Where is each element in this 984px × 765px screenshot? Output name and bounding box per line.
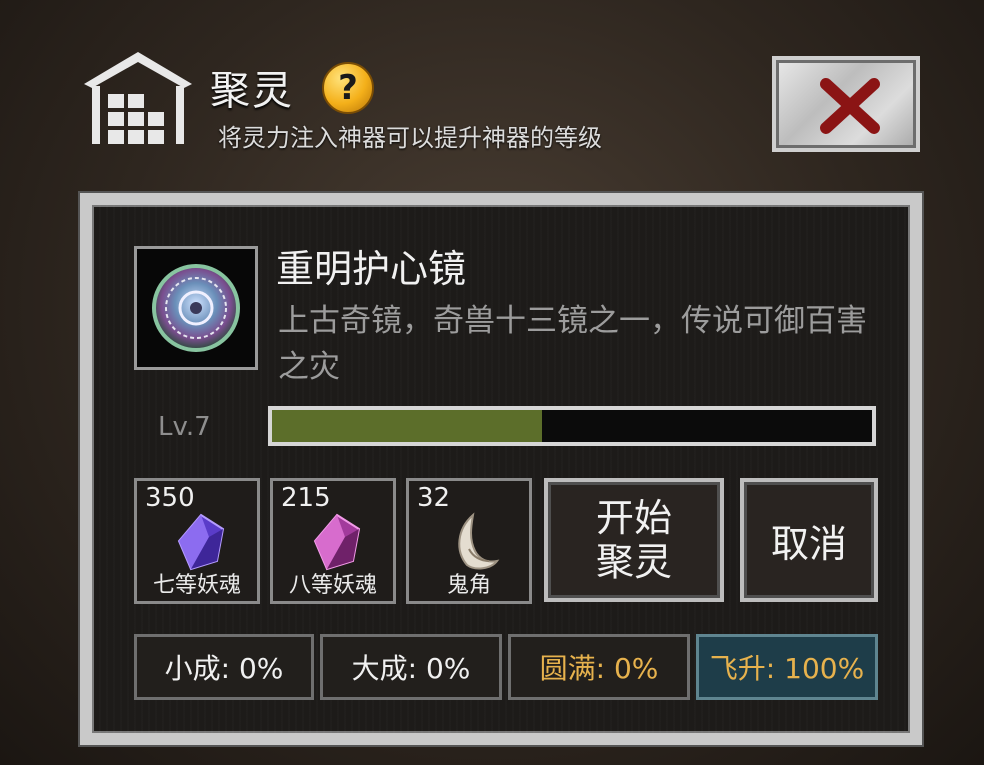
page-subtitle: 将灵力注入神器可以提升神器的等级 [218,124,602,152]
artifact-name: 重明护心镜 [276,247,467,291]
question-mark-icon[interactable]: ? [322,62,374,114]
stage-feisheng: 飞升: 100% [696,634,878,700]
material-label: 八等妖魂 [288,573,377,598]
level-progress-bar [268,406,876,446]
page-title: 聚灵 [210,68,294,114]
material-slot-3[interactable]: 32 鬼角 [406,478,532,604]
purple-crystal-icon [177,513,225,571]
stage-yuanman: 圆满: 0% [508,634,690,700]
material-count: 215 [281,483,331,513]
house-grid-icon [80,48,196,148]
mirror-icon [152,264,240,352]
material-label: 七等妖魂 [152,573,241,598]
artifact-description: 上古奇镜，奇兽十三镜之一，传说可御百害之灾 [278,303,867,385]
material-label: 鬼角 [446,573,491,598]
close-button[interactable] [772,56,920,152]
pink-crystal-icon [313,513,361,571]
start-gather-button[interactable]: 开始聚灵 [544,478,724,602]
artifact-level: Lv.7 [158,412,211,442]
horn-icon [458,512,500,570]
level-progress-fill [272,410,542,442]
close-x-icon [820,78,880,134]
material-count: 32 [417,483,451,513]
start-gather-label: 开始聚灵 [595,496,672,584]
stage-dacheng: 大成: 0% [320,634,502,700]
material-count: 350 [145,483,195,513]
cancel-button[interactable]: 取消 [740,478,878,602]
artifact-slot[interactable] [134,246,258,370]
material-slot-1[interactable]: 350 七等妖魂 [134,478,260,604]
material-slot-2[interactable]: 215 八等妖魂 [270,478,396,604]
stage-xiaocheng: 小成: 0% [134,634,314,700]
